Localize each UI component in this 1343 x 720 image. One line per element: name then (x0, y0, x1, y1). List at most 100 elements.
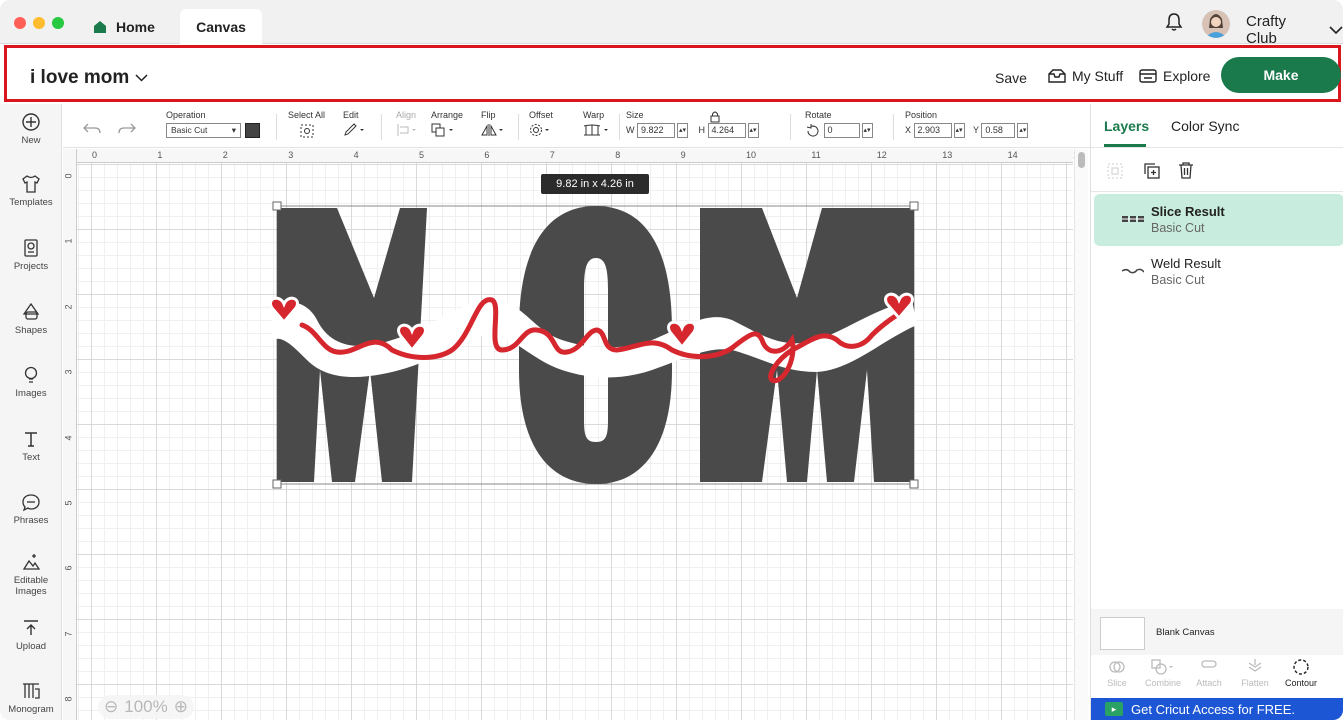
tab-canvas-label: Canvas (196, 18, 246, 35)
select-all-button[interactable]: Select All (288, 110, 325, 141)
contour-button[interactable]: Contour (1279, 658, 1323, 688)
width-input[interactable]: 9.822 (637, 123, 676, 138)
tab-color-sync[interactable]: Color Sync (1171, 118, 1239, 134)
close-window-button[interactable] (14, 17, 26, 29)
rotate-label: Rotate (805, 110, 832, 120)
shirt-icon (22, 175, 40, 193)
left-sidebar: New Templates Projects Shapes Images Tex… (0, 104, 62, 720)
projects-icon (24, 239, 38, 257)
maximize-window-button[interactable] (52, 17, 64, 29)
tab-canvas[interactable]: Canvas (180, 9, 262, 44)
lock-icon[interactable] (709, 110, 721, 123)
promo-text: Get Cricut Access for FREE. (1131, 701, 1295, 717)
toolbar-divider (518, 114, 519, 140)
my-stuff-button[interactable]: My Stuff (1048, 68, 1123, 84)
ruler-tick-label: 9 (680, 150, 686, 160)
ruler-tick-label: 11 (811, 150, 821, 160)
sidebar-item-shapes[interactable]: Shapes (0, 302, 62, 336)
account-menu[interactable]: Crafty Club (1246, 13, 1343, 47)
combine-button: Combine (1141, 658, 1185, 688)
height-stepper[interactable]: ▴▾ (747, 123, 759, 138)
zoom-out-icon[interactable]: ⊖ (104, 697, 118, 717)
warp-icon (583, 124, 608, 136)
y-stepper[interactable]: ▴▾ (1017, 123, 1029, 138)
arrange-button[interactable]: Arrange (431, 110, 463, 139)
sidebar-item-images[interactable]: Images (0, 365, 62, 399)
plus-circle-icon (22, 113, 40, 131)
user-avatar[interactable] (1202, 10, 1230, 38)
operation-value: Basic Cut (171, 125, 208, 135)
slice-icon (1109, 661, 1125, 673)
warp-button[interactable]: Warp (583, 110, 611, 139)
minimize-window-button[interactable] (33, 17, 45, 29)
ruler-tick-label: 0 (92, 150, 98, 160)
sidebar-item-editable-images[interactable]: Editable Images (0, 552, 62, 597)
layers-panel: Layers Color Sync Slice Result Basic Cut… (1090, 104, 1343, 720)
speech-bubble-icon (22, 494, 40, 512)
rotate-stepper[interactable]: ▴▾ (861, 123, 873, 138)
ruler-tick-label: 7 (63, 631, 74, 637)
y-label: Y (973, 124, 979, 135)
blank-canvas-row[interactable]: Blank Canvas (1091, 609, 1343, 655)
operation-select[interactable]: Basic Cut ▾ (166, 123, 241, 138)
project-header: i love mom Save My Stuff Explore Make (4, 45, 1341, 102)
duplicate-icon[interactable] (1143, 162, 1161, 180)
notifications-bell-icon[interactable] (1165, 12, 1183, 37)
redo-icon[interactable] (118, 122, 136, 134)
undo-icon[interactable] (83, 122, 101, 134)
save-button[interactable]: Save (995, 70, 1027, 86)
select-all-icon (300, 124, 314, 138)
trash-icon[interactable] (1177, 161, 1195, 180)
size-label: Size (626, 110, 644, 120)
toolbar-divider (276, 114, 277, 140)
offset-button[interactable]: Offset (529, 110, 553, 139)
tab-home[interactable]: Home (92, 12, 155, 42)
sidebar-item-label: Templates (9, 197, 53, 208)
ruler-tick-label: 3 (63, 369, 74, 375)
y-input[interactable]: 0.58 (981, 123, 1016, 138)
account-name: Crafty Club (1246, 13, 1287, 47)
sidebar-item-phrases[interactable]: Phrases (0, 492, 62, 526)
chevron-down-icon (1329, 25, 1343, 34)
edit-button[interactable]: Edit (343, 110, 365, 139)
height-input[interactable]: 4.264 (707, 123, 746, 138)
sidebar-item-upload[interactable]: Upload (0, 618, 62, 652)
promo-badge-icon: ▸ (1105, 702, 1123, 716)
tab-layers[interactable]: Layers (1104, 118, 1149, 134)
sidebar-item-label: New (21, 135, 41, 146)
sidebar-item-monogram[interactable]: Monogram (0, 681, 62, 715)
flip-button[interactable]: Flip (481, 110, 505, 139)
height-label: H (698, 124, 706, 135)
canvas-scrollbar[interactable] (1074, 149, 1088, 720)
project-title-dropdown[interactable]: i love mom (30, 67, 148, 89)
combine-label: Combine (1144, 678, 1182, 688)
layer-item-weld-result[interactable]: Weld Result Basic Cut (1094, 246, 1343, 298)
sidebar-item-projects[interactable]: Projects (0, 238, 62, 272)
sidebar-item-new[interactable]: New (0, 112, 62, 146)
color-swatch[interactable] (245, 123, 260, 138)
ruler-tick-label: 4 (353, 150, 359, 160)
rotate-icon (806, 123, 819, 137)
cricut-access-banner[interactable]: ▸ Get Cricut Access for FREE. (1091, 698, 1343, 720)
layer-item-slice-result[interactable]: Slice Result Basic Cut (1094, 194, 1343, 246)
make-button[interactable]: Make (1221, 57, 1341, 93)
sidebar-item-label: Editable Images (13, 575, 49, 597)
tab-home-label: Home (116, 19, 155, 35)
rotate-input[interactable]: 0 (823, 123, 860, 138)
position-group: Position X 2.903 ▴▾ Y 0.58 ▴▾ (905, 110, 1029, 138)
mom-design[interactable] (262, 200, 927, 492)
flatten-button: Flatten (1233, 658, 1277, 688)
zoom-in-icon[interactable]: ⊕ (174, 697, 188, 717)
scrollbar-thumb[interactable] (1078, 152, 1085, 168)
ruler-tick-label: 2 (63, 304, 74, 310)
ruler-tick-label: 7 (549, 150, 555, 160)
arrange-icon (431, 123, 453, 137)
x-stepper[interactable]: ▴▾ (953, 123, 965, 138)
x-input[interactable]: 2.903 (913, 123, 952, 138)
flip-icon (481, 124, 503, 136)
sidebar-item-templates[interactable]: Templates (0, 174, 62, 208)
explore-button[interactable]: Explore (1139, 68, 1210, 84)
width-stepper[interactable]: ▴▾ (677, 123, 689, 138)
sidebar-item-text[interactable]: Text (0, 429, 62, 463)
text-icon (25, 432, 37, 447)
